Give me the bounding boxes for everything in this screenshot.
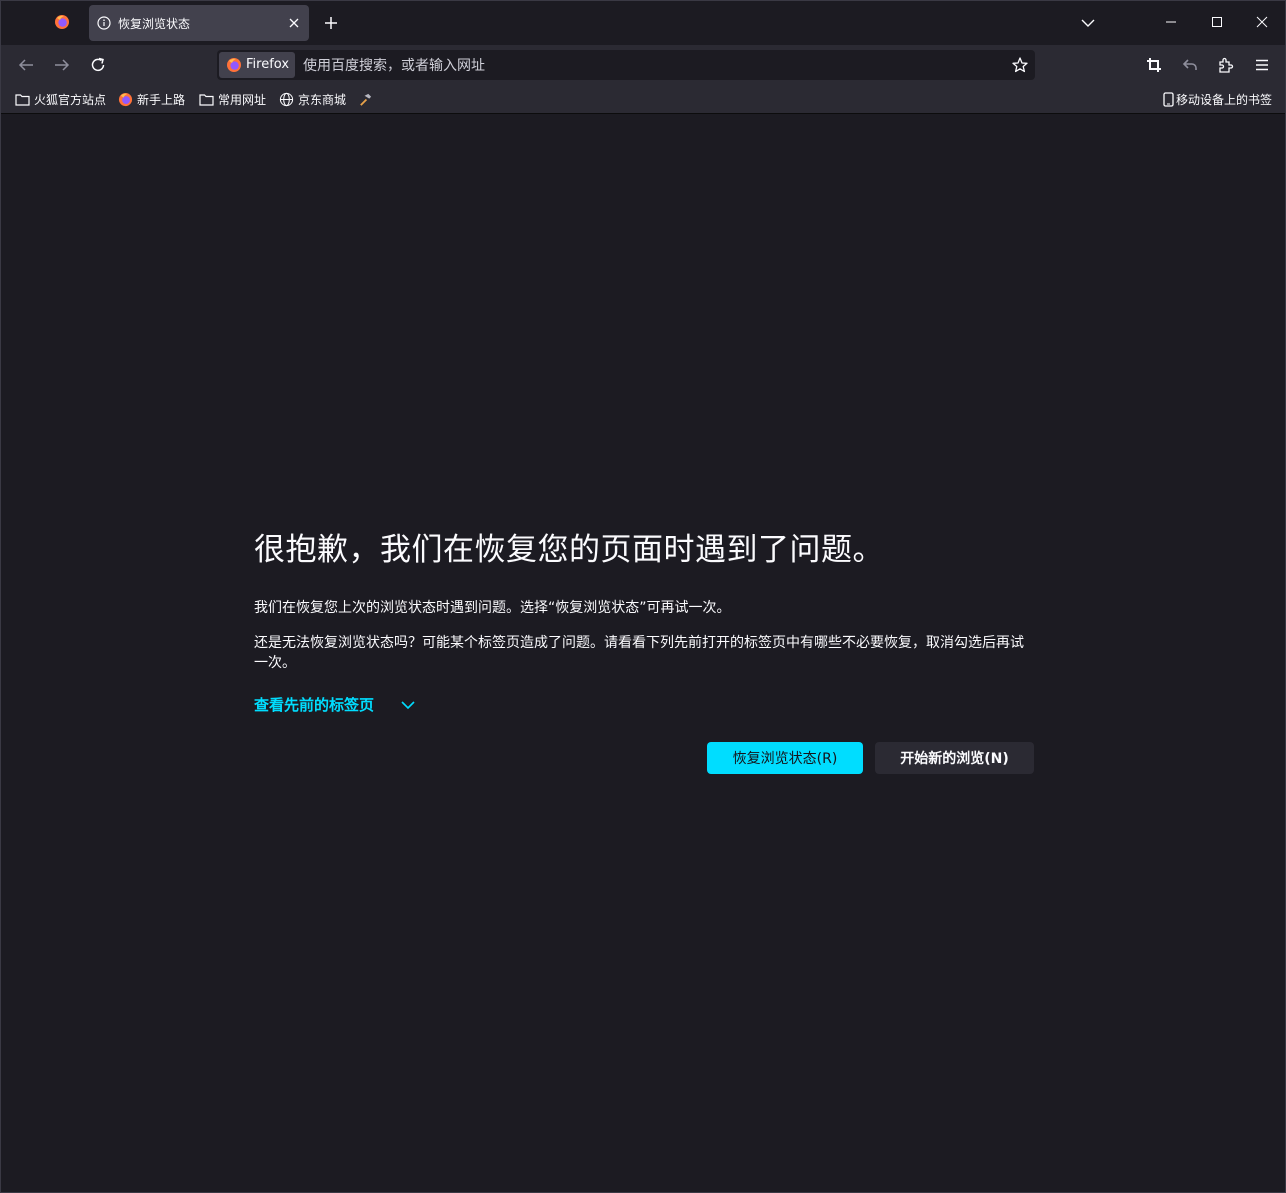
- close-window-icon[interactable]: [1255, 15, 1269, 29]
- minimize-icon[interactable]: [1164, 15, 1178, 29]
- identity-box[interactable]: Firefox: [219, 52, 295, 78]
- bookmark-item[interactable]: 常用网址: [199, 90, 266, 108]
- bookmark-label: 常用网址: [218, 92, 267, 107]
- bookmark-star-icon[interactable]: [1011, 56, 1029, 74]
- firefox-view-icon[interactable]: [54, 14, 70, 30]
- url-bar[interactable]: Firefox: [217, 50, 1035, 82]
- maximize-icon[interactable]: [1210, 15, 1224, 29]
- tab-title: 恢复浏览状态: [118, 17, 191, 31]
- screenshot-crop-icon[interactable]: [1145, 56, 1163, 74]
- bookmark-item[interactable]: 新手上路: [118, 90, 185, 108]
- bookmark-label: 火狐官方站点: [34, 92, 107, 107]
- start-new-session-button[interactable]: 开始新的浏览(N): [875, 742, 1034, 774]
- mobile-bookmarks-label: 移动设备上的书签: [1176, 92, 1273, 107]
- reload-icon[interactable]: [89, 56, 107, 74]
- extensions-puzzle-icon[interactable]: [1217, 56, 1235, 74]
- error-hint: 还是无法恢复浏览状态吗？可能某个标签页造成了问题。请看看下列先前打开的标签页中有…: [254, 635, 1024, 671]
- chevron-down-icon[interactable]: [1080, 15, 1096, 31]
- tab-strip: 恢复浏览状态: [1, 1, 1285, 45]
- browser-window: 恢复浏览状态 Firefox 使用百度搜索，或者输入网址 火狐官方站点 新手上路…: [0, 0, 1286, 1193]
- show-previous-tabs-toggle[interactable]: 查看先前的标签页: [254, 694, 416, 715]
- firefox-icon: [227, 58, 241, 72]
- close-tab-icon[interactable]: [288, 17, 300, 29]
- restore-session-button[interactable]: 恢复浏览状态(R): [707, 742, 863, 774]
- bookmark-label: 京东商城: [298, 92, 347, 107]
- bookmark-item[interactable]: 火狐官方站点: [15, 90, 106, 108]
- folder-icon: [15, 93, 30, 106]
- toggle-label: 查看先前的标签页: [254, 696, 375, 714]
- forward-arrow-icon[interactable]: [53, 57, 71, 73]
- bookmark-label: 新手上路: [137, 92, 186, 107]
- firefox-icon: [118, 92, 133, 106]
- nav-bar: Firefox: [1, 45, 1285, 85]
- identity-label: Firefox: [246, 57, 290, 72]
- globe-icon: [279, 92, 294, 106]
- bookmark-item[interactable]: [358, 90, 377, 108]
- mobile-bookmarks[interactable]: 移动设备上的书签: [1163, 90, 1272, 108]
- hammer-icon: [360, 93, 372, 106]
- session-restore-content: 很抱歉，我们在恢复您的页面时遇到了问题。 我们在恢复您上次的浏览状态时遇到问题。…: [254, 529, 1034, 774]
- undo-icon[interactable]: [1181, 56, 1199, 74]
- back-arrow-icon[interactable]: [17, 57, 35, 73]
- bookmarks-toolbar: 火狐官方站点 新手上路 常用网址 京东商城 移动设备上的书签: [1, 85, 1285, 114]
- folder-icon: [199, 93, 214, 106]
- error-description: 我们在恢复您上次的浏览状态时遇到问题。选择“恢复浏览状态”可再试一次。: [254, 600, 731, 616]
- bookmark-item[interactable]: 京东商城: [279, 90, 346, 108]
- info-icon: [97, 16, 111, 30]
- new-tab-icon[interactable]: [323, 15, 339, 31]
- chevron-down-icon: [401, 700, 415, 709]
- mobile-device-icon: [1163, 91, 1174, 107]
- hamburger-menu-icon[interactable]: [1253, 56, 1271, 74]
- tab-restore-session[interactable]: 恢复浏览状态: [89, 5, 309, 41]
- search-input[interactable]: [301, 50, 995, 82]
- page-title: 很抱歉，我们在恢复您的页面时遇到了问题。: [254, 532, 884, 568]
